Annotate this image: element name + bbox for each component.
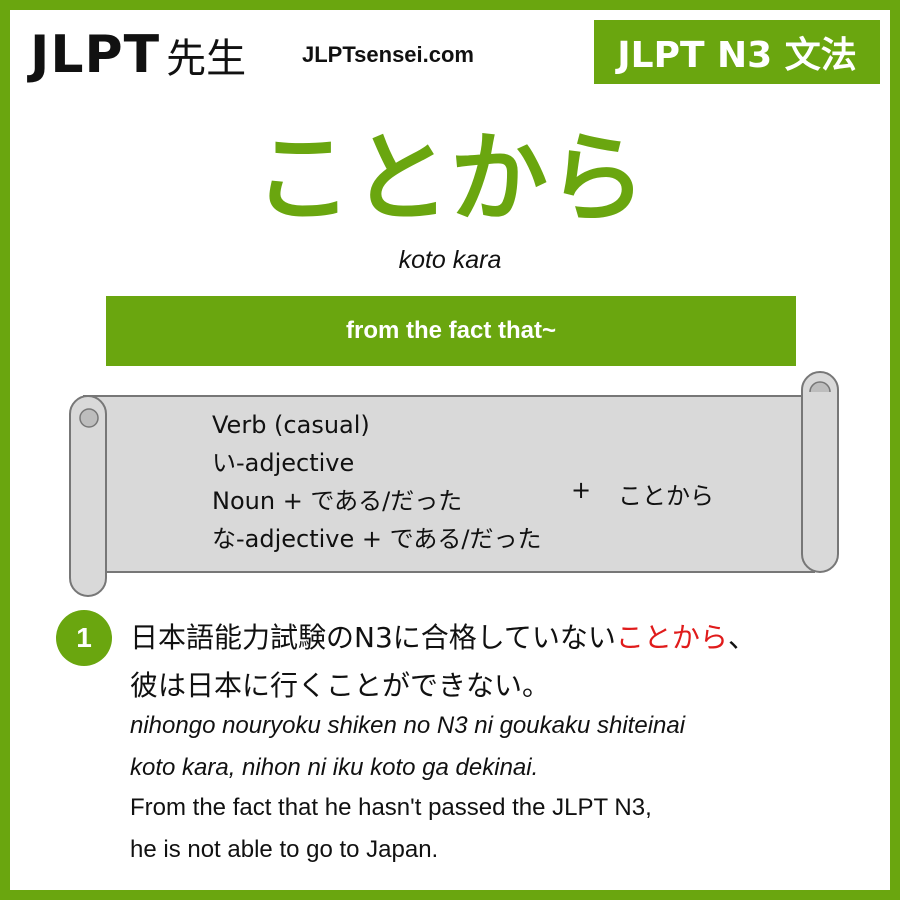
example-highlight: ことから <box>615 621 728 654</box>
grammar-title: ことから <box>253 122 646 236</box>
formation-item: な-adjective + である/だった <box>212 525 542 553</box>
grammar-card: JLPT 先生 JLPTsensei.com JLPT N3 文法 ことから k… <box>0 0 900 900</box>
logo-kanji: 先生 <box>166 36 247 82</box>
example-japanese-line-2: 彼は日本に行くことができない。 <box>130 669 551 702</box>
example-text: 日本語能力試験のN3に合格していない <box>130 621 616 654</box>
example-english-line-1: From the fact that he hasn't passed the … <box>130 794 652 821</box>
site-logo[interactable]: JLPT 先生 <box>30 24 246 86</box>
meaning-bar: from the fact that~ <box>106 296 796 366</box>
formation-list: Verb (casual) い-adjective Noun + である/だった… <box>212 406 542 558</box>
example-japanese-line-1: 日本語能力試験のN3に合格していないことから、 <box>130 616 756 656</box>
formation-plus: + <box>571 476 592 504</box>
grammar-romaji: koto kara <box>398 246 502 274</box>
level-badge: JLPT N3 文法 <box>594 20 880 84</box>
example-romaji-line-2: koto kara, nihon ni iku koto ga dekinai. <box>130 754 539 781</box>
example-number-badge: 1 <box>56 610 112 666</box>
formation-item: い-adjective <box>212 449 355 477</box>
logo-text: JLPT <box>30 25 161 85</box>
formation-item: Noun + である/だった <box>212 487 463 515</box>
formation-item: Verb (casual) <box>212 411 370 439</box>
meaning-text: from the fact that~ <box>345 317 557 344</box>
formation-target: ことから <box>618 482 714 510</box>
example-english-line-2: he is not able to go to Japan. <box>130 836 439 863</box>
example-text: 、 <box>727 621 756 654</box>
site-url-link[interactable]: JLPTsensei.com <box>302 42 474 68</box>
formation-scroll: Verb (casual) い-adjective Noun + である/だった… <box>66 366 842 598</box>
example-romaji-line-1: nihongo nouryoku shiken no N3 ni goukaku… <box>130 712 686 739</box>
